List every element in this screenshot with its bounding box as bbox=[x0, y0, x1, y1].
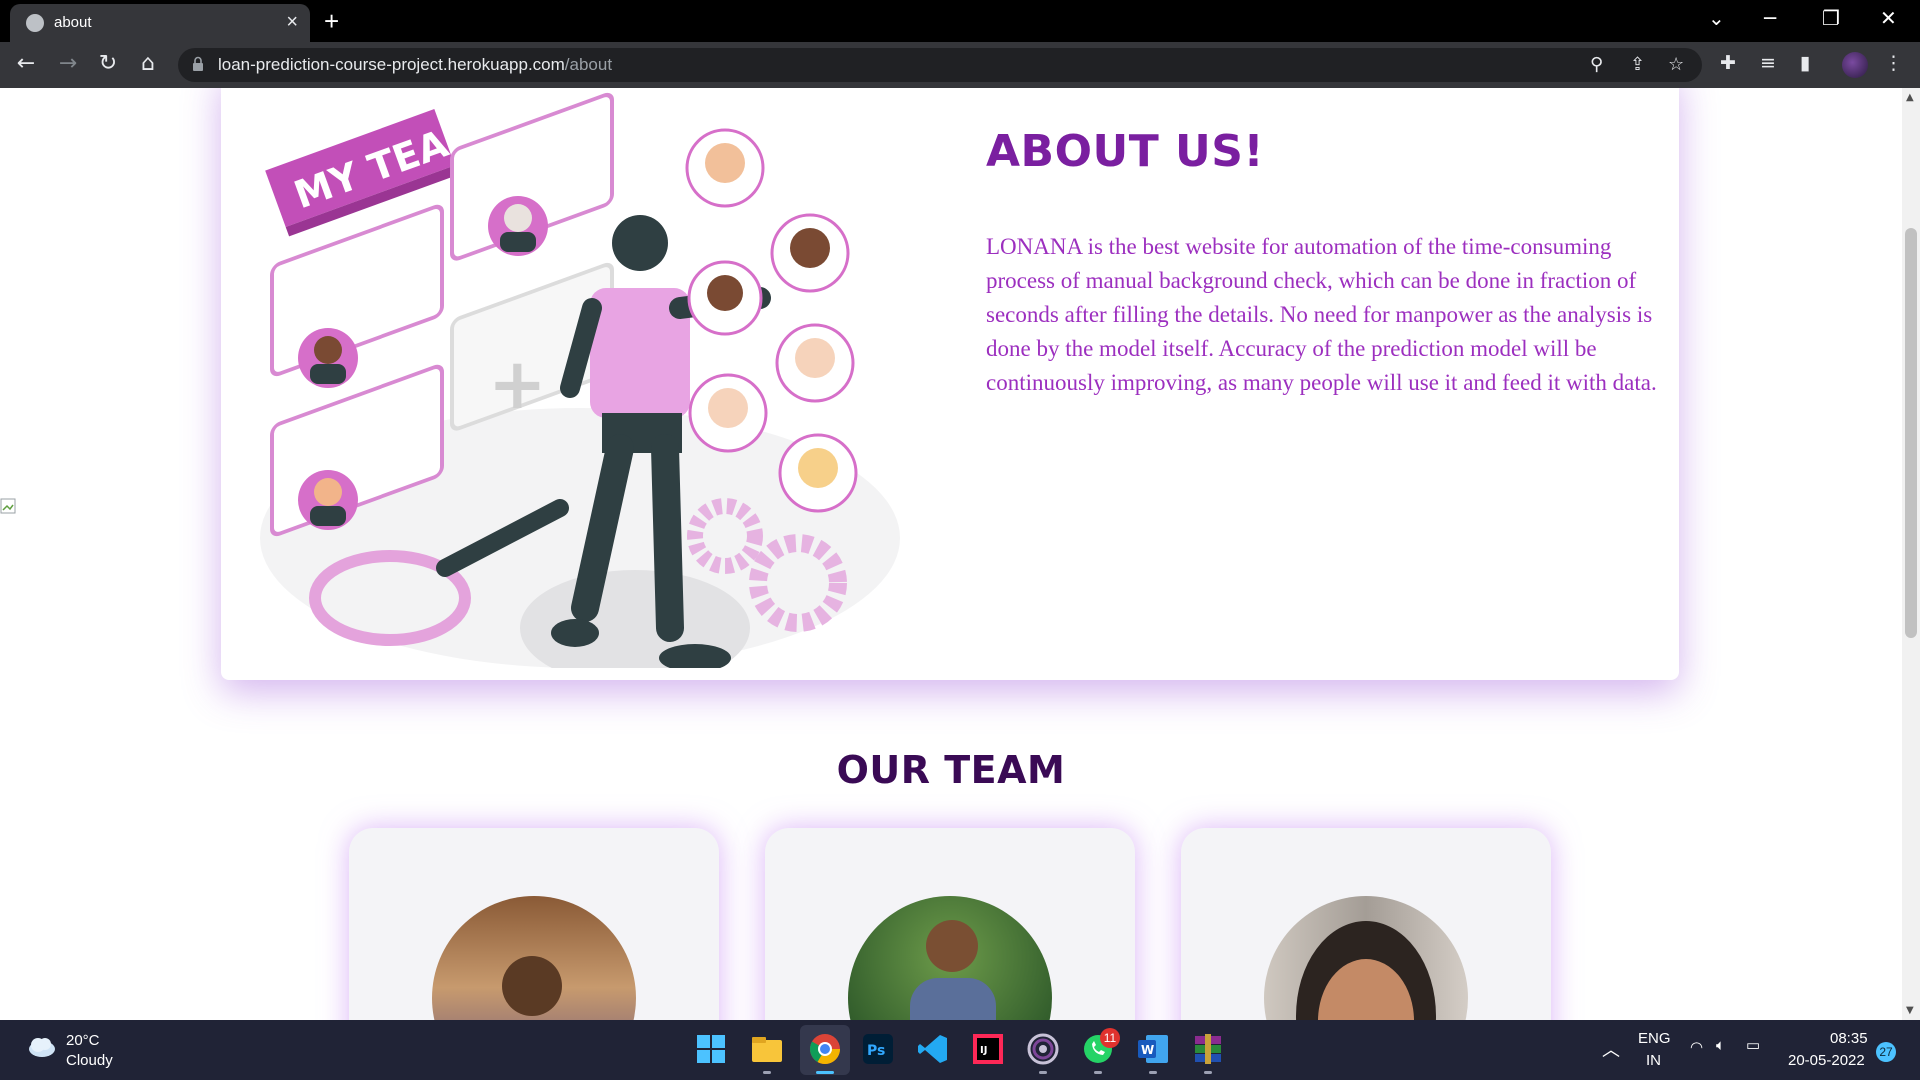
chrome-icon[interactable] bbox=[808, 1032, 842, 1066]
region-code: IN bbox=[1646, 1052, 1661, 1069]
about-heading: ABOUT US! bbox=[986, 126, 1265, 177]
svg-text:+: + bbox=[488, 343, 547, 425]
windows-taskbar: 20°C Cloudy Ps IJ 11 W ︿ ENG IN ◠ 🔈︎ ▭ 0… bbox=[0, 1020, 1920, 1080]
scroll-down-arrow-icon[interactable]: ▼ bbox=[1906, 1005, 1914, 1016]
reload-button[interactable]: ↻ bbox=[94, 51, 122, 76]
side-panel-icon[interactable]: ▮ bbox=[1800, 52, 1810, 74]
language-code: ENG bbox=[1638, 1030, 1671, 1047]
profile-avatar[interactable] bbox=[1842, 52, 1868, 78]
tab-strip: about × + ⌄ ─ ❐ ✕ bbox=[0, 0, 1920, 42]
minimize-button[interactable]: ─ bbox=[1764, 6, 1776, 30]
clock-time[interactable]: 08:35 bbox=[1830, 1030, 1868, 1047]
url-host: loan-prediction-course-project.herokuapp… bbox=[218, 55, 565, 74]
team-member-card[interactable] bbox=[1181, 828, 1551, 1020]
forward-button[interactable]: → bbox=[54, 51, 82, 76]
browser-toolbar: ← → ↻ ⌂ loan-prediction-course-project.h… bbox=[0, 42, 1920, 88]
lock-icon bbox=[193, 56, 203, 71]
tor-browser-icon[interactable] bbox=[1026, 1032, 1060, 1066]
whatsapp-unread-badge: 11 bbox=[1100, 1028, 1120, 1048]
globe-icon bbox=[26, 14, 44, 32]
winrar-running-indicator bbox=[1204, 1071, 1212, 1074]
about-description: LONANA is the best website for automatio… bbox=[986, 234, 1657, 395]
word-running-indicator bbox=[1149, 1071, 1157, 1074]
svg-text:Ps: Ps bbox=[867, 1043, 885, 1059]
whatsapp-running-indicator bbox=[1094, 1071, 1102, 1074]
team-member-photo bbox=[1264, 896, 1468, 1020]
photoshop-icon[interactable]: Ps bbox=[861, 1032, 895, 1066]
speaker-icon[interactable]: 🔈︎ bbox=[1716, 1037, 1725, 1054]
bookmark-star-icon[interactable]: ☆ bbox=[1668, 54, 1684, 75]
team-member-photo bbox=[432, 896, 636, 1020]
share-icon[interactable]: ⇪ bbox=[1630, 54, 1645, 75]
zoom-icon[interactable]: ⚲ bbox=[1590, 54, 1603, 75]
tab-search-icon[interactable]: ⌄ bbox=[1708, 6, 1725, 30]
restore-button[interactable]: ❐ bbox=[1822, 6, 1840, 30]
vscode-icon[interactable] bbox=[916, 1032, 950, 1066]
url-path: /about bbox=[564, 55, 613, 74]
weather-temperature[interactable]: 20°C bbox=[66, 1032, 100, 1049]
svg-text:IJ: IJ bbox=[980, 1045, 987, 1056]
browser-menu-icon[interactable]: ⋮ bbox=[1884, 52, 1903, 74]
show-hidden-icons-chevron-icon[interactable]: ︿ bbox=[1602, 1036, 1620, 1062]
weather-condition[interactable]: Cloudy bbox=[66, 1052, 113, 1069]
back-button[interactable]: ← bbox=[12, 51, 40, 76]
scroll-up-arrow-icon[interactable]: ▲ bbox=[1906, 92, 1914, 103]
home-button[interactable]: ⌂ bbox=[134, 51, 162, 76]
wifi-icon[interactable]: ◠ bbox=[1690, 1038, 1703, 1056]
team-member-card[interactable] bbox=[765, 828, 1135, 1020]
scrollbar-thumb[interactable] bbox=[1905, 228, 1917, 638]
winrar-icon[interactable] bbox=[1191, 1032, 1225, 1066]
battery-icon[interactable]: ▭ bbox=[1746, 1036, 1760, 1054]
close-tab-icon[interactable]: × bbox=[286, 11, 298, 34]
url-text: loan-prediction-course-project.herokuapp… bbox=[218, 55, 612, 75]
team-member-card[interactable] bbox=[349, 828, 719, 1020]
browser-tab-about[interactable]: about × bbox=[10, 4, 310, 42]
team-illustration: MY TEAM + bbox=[260, 92, 900, 668]
clock-date[interactable]: 20-05-2022 bbox=[1788, 1052, 1865, 1069]
new-tab-button[interactable]: + bbox=[324, 6, 339, 37]
intellij-icon[interactable]: IJ bbox=[971, 1032, 1005, 1066]
windows-start-icon[interactable] bbox=[694, 1032, 728, 1066]
file-explorer-running-indicator bbox=[763, 1071, 771, 1074]
page-scrollbar[interactable]: ▲ ▼ bbox=[1902, 88, 1920, 1020]
svg-text:W: W bbox=[1141, 1043, 1154, 1057]
notification-count-badge[interactable]: 27 bbox=[1876, 1042, 1896, 1062]
extensions-icon[interactable]: ✚ bbox=[1720, 52, 1736, 74]
language-indicator[interactable]: ENG bbox=[1638, 1030, 1671, 1047]
address-bar[interactable]: loan-prediction-course-project.herokuapp… bbox=[178, 48, 1702, 82]
cloud-icon[interactable] bbox=[26, 1036, 56, 1058]
word-icon[interactable]: W bbox=[1136, 1032, 1170, 1066]
broken-image-icon bbox=[0, 498, 16, 514]
media-control-icon[interactable]: ≡ bbox=[1760, 52, 1776, 74]
team-member-photo bbox=[848, 896, 1052, 1020]
tor-running-indicator bbox=[1039, 1071, 1047, 1074]
page-viewport: MY TEAM + ABOUT US! LONANA is the best w… bbox=[0, 88, 1902, 1020]
file-explorer-icon[interactable] bbox=[750, 1032, 784, 1066]
chrome-active-indicator bbox=[816, 1071, 834, 1074]
close-window-button[interactable]: ✕ bbox=[1880, 6, 1897, 30]
team-heading: OUR TEAM bbox=[836, 748, 1066, 792]
tab-title: about bbox=[54, 14, 92, 31]
